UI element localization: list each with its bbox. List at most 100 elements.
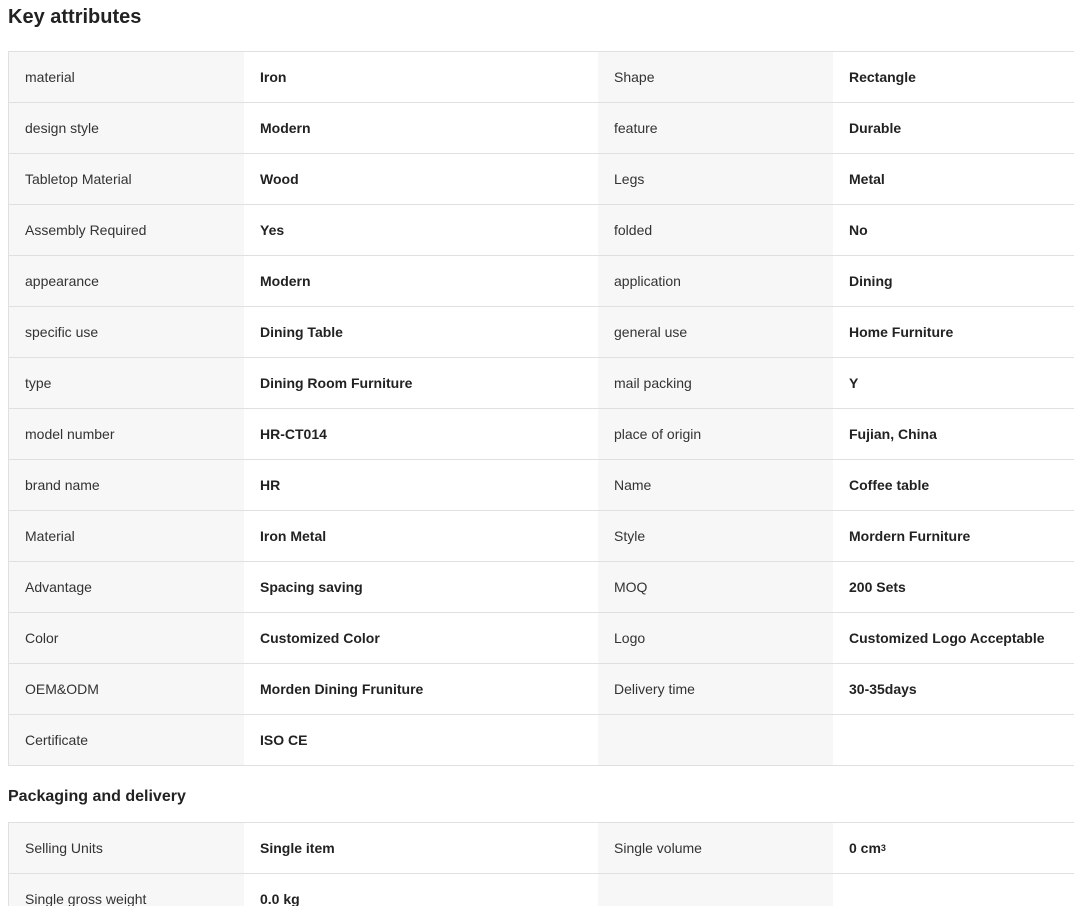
attribute-value: Modern xyxy=(244,103,598,153)
attribute-value-text: Coffee table xyxy=(849,477,930,493)
attribute-value: Yes xyxy=(244,205,598,255)
attribute-value xyxy=(833,715,1074,765)
attribute-value-text: Mordern Furniture xyxy=(849,528,971,544)
attribute-value: ISO CE xyxy=(244,715,598,765)
attribute-label: application xyxy=(598,256,833,306)
attribute-value-text: Modern xyxy=(260,273,311,289)
table-row: Certificate ISO CE xyxy=(9,715,1074,766)
attribute-value-text: Modern xyxy=(260,120,311,136)
table-row: Assembly Required Yes folded No xyxy=(9,205,1074,256)
table-row: Advantage Spacing saving MOQ 200 Sets xyxy=(9,562,1074,613)
attribute-label: OEM&ODM xyxy=(9,664,244,714)
attribute-label: brand name xyxy=(9,460,244,510)
table-row: Color Customized Color Logo Customized Logo… xyxy=(9,613,1074,664)
attribute-value: Durable xyxy=(833,103,1074,153)
attribute-value-text: Y xyxy=(849,375,859,391)
attribute-value-text: 0.0 kg xyxy=(260,891,300,906)
attribute-value: Coffee table xyxy=(833,460,1074,510)
attribute-value: Iron xyxy=(244,52,598,102)
attribute-label: Advantage xyxy=(9,562,244,612)
attribute-label: Style xyxy=(598,511,833,561)
attribute-value-text: ISO CE xyxy=(260,732,308,748)
attribute-value: Dining Room Furniture xyxy=(244,358,598,408)
attribute-value xyxy=(833,874,1074,906)
attribute-value: 0 cm 3 xyxy=(833,823,1074,873)
attribute-value-text: Fujian, China xyxy=(849,426,937,442)
attribute-label: Tabletop Material xyxy=(9,154,244,204)
attribute-label: Shape xyxy=(598,52,833,102)
attribute-value-text: Customized Color xyxy=(260,630,380,646)
attribute-label: type xyxy=(9,358,244,408)
attribute-value: 200 Sets xyxy=(833,562,1074,612)
table-row: specific use Dining Table general use Home … xyxy=(9,307,1074,358)
attribute-value-text: Dining Table xyxy=(260,324,343,340)
attribute-value-text: HR-CT014 xyxy=(260,426,327,442)
attribute-value-text: Durable xyxy=(849,120,902,136)
table-row: type Dining Room Furniture mail packing Y xyxy=(9,358,1074,409)
attribute-label: material xyxy=(9,52,244,102)
attribute-label: MOQ xyxy=(598,562,833,612)
attribute-label xyxy=(598,715,833,765)
attribute-value-text: Home Furniture xyxy=(849,324,954,340)
attribute-label: Logo xyxy=(598,613,833,663)
attribute-label: Name xyxy=(598,460,833,510)
table-row: OEM&ODM Morden Dining Fruniture Delivery t… xyxy=(9,664,1074,715)
attribute-value: Home Furniture xyxy=(833,307,1074,357)
attribute-value: HR-CT014 xyxy=(244,409,598,459)
attribute-value: Wood xyxy=(244,154,598,204)
table-row: Single gross weight 0.0 kg xyxy=(9,874,1074,906)
packaging-delivery-title: Packaging and delivery xyxy=(8,788,186,805)
attribute-value-text: Metal xyxy=(849,171,885,187)
attribute-value-text: 30-35days xyxy=(849,681,917,697)
attribute-value: No xyxy=(833,205,1074,255)
attribute-value-text: Iron xyxy=(260,69,287,85)
attribute-label: appearance xyxy=(9,256,244,306)
key-attributes-title: Key attributes xyxy=(8,6,142,28)
attribute-label: feature xyxy=(598,103,833,153)
attribute-label: folded xyxy=(598,205,833,255)
attribute-value-text: Yes xyxy=(260,222,285,238)
attribute-label: Selling Units xyxy=(9,823,244,873)
attribute-value: Dining xyxy=(833,256,1074,306)
attribute-value-text: Spacing saving xyxy=(260,579,363,595)
attribute-value: 0.0 kg xyxy=(244,874,598,906)
attribute-label: general use xyxy=(598,307,833,357)
attribute-value-text: Dining xyxy=(849,273,893,289)
attribute-label: Legs xyxy=(598,154,833,204)
attribute-value: 30-35days xyxy=(833,664,1074,714)
packaging-delivery-table: Selling Units Single item Single volume 0 c… xyxy=(8,822,1074,906)
attribute-value: Dining Table xyxy=(244,307,598,357)
attribute-value-text: Morden Dining Fruniture xyxy=(260,681,424,697)
attribute-value: Spacing saving xyxy=(244,562,598,612)
attribute-value: Iron Metal xyxy=(244,511,598,561)
attribute-label: mail packing xyxy=(598,358,833,408)
attribute-label: Assembly Required xyxy=(9,205,244,255)
attribute-value-text: Iron Metal xyxy=(260,528,327,544)
product-attributes-page: Key attributes material Iron Shape Rectangl… xyxy=(0,0,1074,906)
attribute-value: Single item xyxy=(244,823,598,873)
attribute-label: design style xyxy=(9,103,244,153)
attribute-value: Fujian, China xyxy=(833,409,1074,459)
table-row: Selling Units Single item Single volume 0 c… xyxy=(9,823,1074,874)
table-row: design style Modern feature Durable xyxy=(9,103,1074,154)
attribute-value: Modern xyxy=(244,256,598,306)
attribute-value-text: Rectangle xyxy=(849,69,916,85)
attribute-value: Metal xyxy=(833,154,1074,204)
attribute-label xyxy=(598,874,833,906)
attribute-value-text: Single item xyxy=(260,840,335,856)
attribute-label: Color xyxy=(9,613,244,663)
attribute-value: Mordern Furniture xyxy=(833,511,1074,561)
attribute-value-text: HR xyxy=(260,477,281,493)
table-row: Material Iron Metal Style Mordern Furniture xyxy=(9,511,1074,562)
table-row: appearance Modern application Dining xyxy=(9,256,1074,307)
attribute-label: Single gross weight xyxy=(9,874,244,906)
attribute-value-text: 200 Sets xyxy=(849,579,906,595)
attribute-label: Material xyxy=(9,511,244,561)
attribute-label: specific use xyxy=(9,307,244,357)
table-row: Tabletop Material Wood Legs Metal xyxy=(9,154,1074,205)
attribute-value: Y xyxy=(833,358,1074,408)
key-attributes-table: material Iron Shape Rectangle design style Mo… xyxy=(8,51,1074,766)
attribute-value: Customized Logo Acceptable xyxy=(833,613,1074,663)
attribute-value-text: No xyxy=(849,222,868,238)
attribute-value: HR xyxy=(244,460,598,510)
